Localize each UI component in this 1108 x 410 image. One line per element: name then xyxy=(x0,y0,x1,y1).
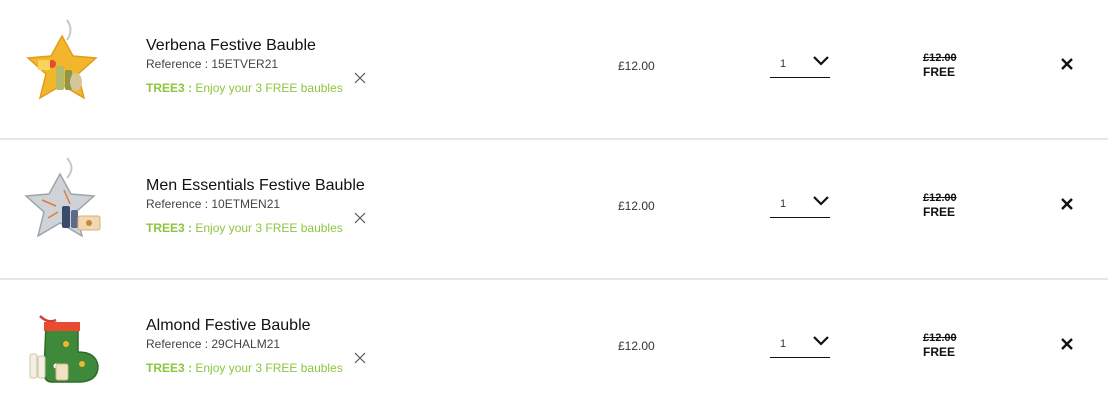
product-name[interactable]: Almond Festive Bauble xyxy=(146,317,311,335)
promo-description: Enjoy your 3 FREE baubles xyxy=(195,361,343,375)
promo-code: TREE3 : xyxy=(146,81,193,95)
unit-price: £12.00 xyxy=(618,339,655,353)
promo-line: TREE3 : Enjoy your 3 FREE baubles xyxy=(146,81,343,95)
quantity-value: 1 xyxy=(780,198,787,210)
line-total: £12.00 FREE xyxy=(923,192,957,219)
chevron-down-icon xyxy=(812,194,830,208)
final-price: FREE xyxy=(923,65,956,79)
almond-stocking-bauble-image[interactable] xyxy=(12,294,112,394)
product-name[interactable]: Men Essentials Festive Bauble xyxy=(146,177,365,195)
line-total: £12.00 FREE xyxy=(923,52,957,79)
original-price: £12.00 xyxy=(923,332,957,344)
close-icon xyxy=(1061,338,1073,350)
remove-promo-button[interactable] xyxy=(352,210,368,226)
product-image-verbena xyxy=(26,19,98,100)
remove-item-button[interactable] xyxy=(1060,337,1074,351)
quantity-value: 1 xyxy=(780,338,787,350)
unit-price: £12.00 xyxy=(618,199,655,213)
chevron-down-icon xyxy=(812,334,830,348)
quantity-select[interactable]: 1 xyxy=(770,330,830,358)
unit-price: £12.00 xyxy=(618,59,655,73)
line-total: £12.00 FREE xyxy=(923,332,957,359)
close-icon xyxy=(354,352,366,364)
product-image-men-essentials xyxy=(24,157,101,238)
promo-line: TREE3 : Enjoy your 3 FREE baubles xyxy=(146,221,343,235)
chevron-down-icon xyxy=(812,54,830,68)
final-price: FREE xyxy=(923,205,956,219)
men-essentials-star-bauble-image[interactable] xyxy=(12,154,112,254)
close-icon xyxy=(354,212,366,224)
product-reference: Reference : 10ETMEN21 xyxy=(146,197,281,211)
promo-line: TREE3 : Enjoy your 3 FREE baubles xyxy=(146,361,343,375)
product-name[interactable]: Verbena Festive Bauble xyxy=(146,37,316,55)
product-reference: Reference : 29CHALM21 xyxy=(146,337,281,351)
cart-item-row: Verbena Festive Bauble Reference : 15ETV… xyxy=(0,0,1108,140)
quantity-select[interactable]: 1 xyxy=(770,50,830,78)
original-price: £12.00 xyxy=(923,192,957,204)
product-reference: Reference : 15ETVER21 xyxy=(146,57,279,71)
promo-code: TREE3 : xyxy=(146,221,193,235)
promo-description: Enjoy your 3 FREE baubles xyxy=(195,221,343,235)
cart-item-row: Almond Festive Bauble Reference : 29CHAL… xyxy=(0,280,1108,410)
cart-item-row: Men Essentials Festive Bauble Reference … xyxy=(0,140,1108,280)
quantity-select[interactable]: 1 xyxy=(770,190,830,218)
remove-item-button[interactable] xyxy=(1060,57,1074,71)
promo-code: TREE3 : xyxy=(146,361,193,375)
final-price: FREE xyxy=(923,345,956,359)
close-icon xyxy=(1061,58,1073,70)
promo-description: Enjoy your 3 FREE baubles xyxy=(195,81,343,95)
remove-promo-button[interactable] xyxy=(352,70,368,86)
product-image-almond xyxy=(29,315,99,383)
quantity-value: 1 xyxy=(780,58,787,70)
close-icon xyxy=(354,72,366,84)
original-price: £12.00 xyxy=(923,52,957,64)
remove-promo-button[interactable] xyxy=(352,350,368,366)
close-icon xyxy=(1061,198,1073,210)
verbena-star-bauble-image[interactable] xyxy=(12,14,112,114)
remove-item-button[interactable] xyxy=(1060,197,1074,211)
